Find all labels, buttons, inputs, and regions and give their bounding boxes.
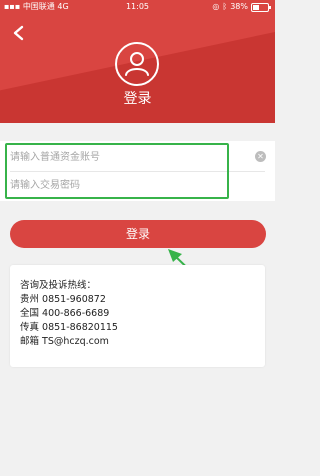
contact-heading: 咨询及投诉热线： <box>20 280 97 291</box>
back-button[interactable] <box>11 25 27 41</box>
status-bar: ▪▪▪ 中国联通 4G 11:05 ◎ ᛒ 38% <box>0 0 275 14</box>
contact-line: 全国 400-866-6689 <box>20 308 110 319</box>
inputs-highlight-box <box>5 143 229 199</box>
page-title: 登录 <box>123 91 152 107</box>
battery-label: 38% <box>230 2 248 11</box>
status-right: ◎ ᛒ 38% <box>212 0 271 14</box>
user-icon <box>125 52 149 76</box>
avatar <box>115 42 159 86</box>
contact-line: 贵州 0851-960872 <box>20 294 106 305</box>
contact-line: 邮箱 TS@hczq.com <box>20 336 109 347</box>
bluetooth-icon: ᛒ <box>222 2 228 11</box>
chevron-left-icon <box>13 25 24 41</box>
clear-icon[interactable]: ✕ <box>255 151 266 162</box>
contact-card: 咨询及投诉热线： 贵州 0851-960872 全国 400-866-6689 … <box>10 265 265 367</box>
contact-line: 传真 0851-86820115 <box>20 322 118 333</box>
alarm-icon: ◎ <box>212 2 220 11</box>
login-button[interactable]: 登录 <box>10 220 266 248</box>
battery-icon <box>251 2 271 12</box>
